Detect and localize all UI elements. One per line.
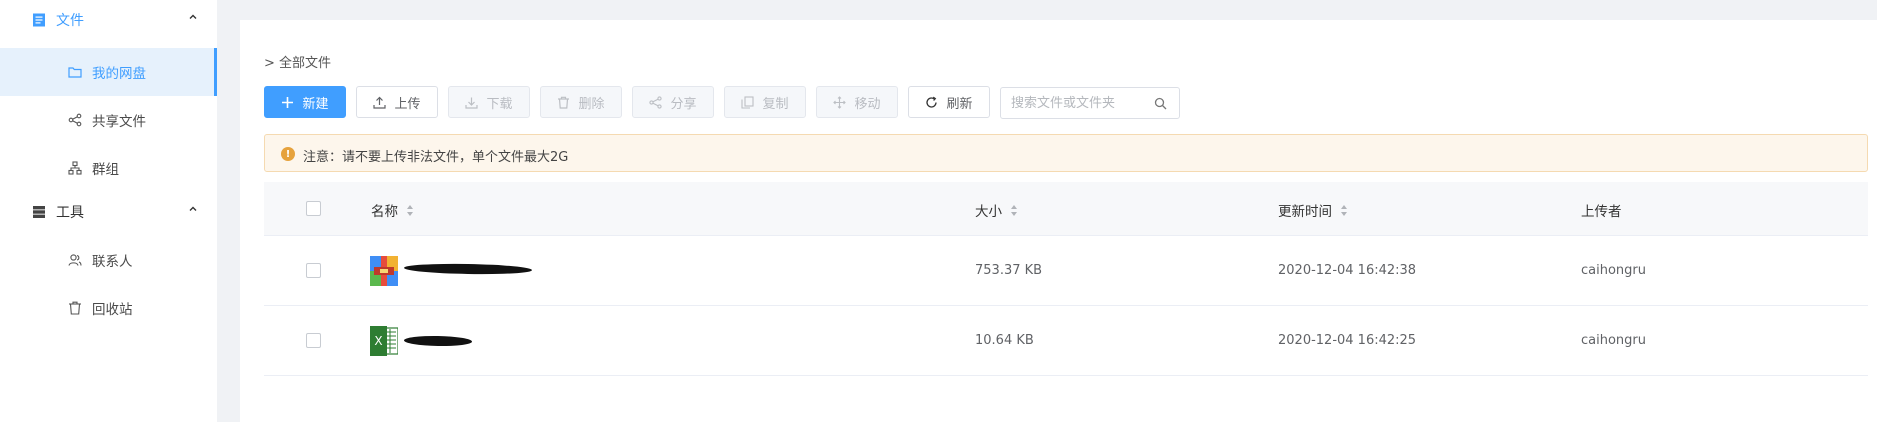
copy-icon xyxy=(741,95,755,109)
sort-icon[interactable] xyxy=(1340,204,1348,217)
column-header-uploader: 上传者 xyxy=(1581,200,1622,220)
refresh-button-label: 刷新 xyxy=(946,96,973,112)
table-header: 名称 大小 更新时间 上传者 xyxy=(264,182,1868,236)
row-checkbox[interactable] xyxy=(306,333,321,348)
file-size: 753.37 KB xyxy=(975,263,1043,278)
sidebar-item-shared-files[interactable]: 共享文件 xyxy=(0,96,217,144)
trash-icon xyxy=(558,96,570,109)
move-icon xyxy=(833,95,847,109)
download-icon xyxy=(465,97,479,109)
share-button[interactable]: 分享 xyxy=(632,86,714,118)
sidebar-item-label: 联系人 xyxy=(92,254,133,270)
delete-button[interactable]: 删除 xyxy=(540,86,622,118)
search-box xyxy=(1000,87,1180,119)
sidebar-item-label: 群组 xyxy=(92,162,119,178)
warning-icon: ! xyxy=(281,147,295,161)
chevron-up-icon xyxy=(189,206,197,211)
new-button[interactable]: 新建 xyxy=(264,86,346,118)
new-button-label: 新建 xyxy=(302,96,329,112)
sidebar-item-my-drive[interactable]: 我的网盘 xyxy=(0,48,217,96)
upload-button-label: 上传 xyxy=(394,96,421,112)
folder-icon xyxy=(68,67,82,78)
sidebar-item-label: 回收站 xyxy=(92,302,133,318)
share-icon xyxy=(68,113,82,127)
sort-icon[interactable] xyxy=(1010,204,1018,217)
excel-file-icon: X xyxy=(370,326,398,356)
share-button-label: 分享 xyxy=(670,96,697,112)
svg-text:X: X xyxy=(374,334,382,348)
search-input[interactable] xyxy=(1011,88,1151,118)
sidebar-item-contacts[interactable]: 联系人 xyxy=(0,236,217,284)
column-header-name[interactable]: 名称 xyxy=(371,200,414,220)
column-header-size-label: 大小 xyxy=(975,204,1002,220)
contacts-icon xyxy=(68,254,82,266)
menu-group-files[interactable]: 文件 xyxy=(0,0,217,40)
column-header-name-label: 名称 xyxy=(371,204,398,220)
sidebar-item-label: 我的网盘 xyxy=(92,66,146,82)
sidebar: 文件 我的网盘 共享文件 群组 工具 联系人 回收站 xyxy=(0,0,217,422)
search-icon[interactable] xyxy=(1154,97,1167,110)
sidebar-item-label: 共享文件 xyxy=(92,114,146,130)
notice-banner: ! 注意：请不要上传非法文件，单个文件最大2G xyxy=(264,134,1868,172)
file-updated-time: 2020-12-04 16:42:38 xyxy=(1278,263,1417,278)
sidebar-item-recycle-bin[interactable]: 回收站 xyxy=(0,284,217,332)
copy-button-label: 复制 xyxy=(762,96,789,112)
redacted-file-name[interactable] xyxy=(403,335,473,347)
file-uploader: caihongru xyxy=(1581,333,1646,348)
select-all-checkbox[interactable] xyxy=(306,201,321,216)
main-panel: > 全部文件 新建 上传 下载 删除 分享 复制 移动 刷新 ! 注意：请不要上… xyxy=(240,20,1877,422)
share-icon xyxy=(649,95,663,109)
column-header-uploader-label: 上传者 xyxy=(1581,204,1622,220)
download-button-label: 下载 xyxy=(486,96,513,112)
file-uploader: caihongru xyxy=(1581,263,1646,278)
column-header-updated-label: 更新时间 xyxy=(1278,204,1332,220)
redacted-file-name[interactable] xyxy=(403,262,533,276)
trash-icon xyxy=(69,301,81,315)
file-size: 10.64 KB xyxy=(975,333,1034,348)
move-button-label: 移动 xyxy=(854,96,881,112)
refresh-icon xyxy=(926,96,938,108)
table-row[interactable]: X 10.64 KB 2020-12-04 16:42:25 caihongru xyxy=(264,306,1868,376)
archive-file-icon xyxy=(370,256,398,286)
document-icon xyxy=(33,13,45,27)
sidebar-item-groups[interactable]: 群组 xyxy=(0,144,217,192)
table-row[interactable]: 753.37 KB 2020-12-04 16:42:38 caihongru xyxy=(264,236,1868,306)
chevron-up-icon xyxy=(189,14,197,19)
org-chart-icon xyxy=(68,161,82,175)
sort-icon[interactable] xyxy=(406,204,414,217)
menu-group-tools[interactable]: 工具 xyxy=(0,192,217,232)
notice-text: 注意：请不要上传非法文件，单个文件最大2G xyxy=(303,150,569,165)
menu-group-tools-label: 工具 xyxy=(56,205,84,221)
copy-button[interactable]: 复制 xyxy=(724,86,806,118)
upload-icon xyxy=(373,96,387,109)
menu-group-files-label: 文件 xyxy=(56,13,84,29)
plus-icon xyxy=(282,96,294,108)
move-button[interactable]: 移动 xyxy=(816,86,898,118)
upload-button[interactable]: 上传 xyxy=(356,86,438,118)
download-button[interactable]: 下载 xyxy=(448,86,530,118)
breadcrumb[interactable]: > 全部文件 xyxy=(264,52,331,71)
delete-button-label: 删除 xyxy=(578,96,605,112)
column-header-updated[interactable]: 更新时间 xyxy=(1278,200,1348,220)
refresh-button[interactable]: 刷新 xyxy=(908,86,990,118)
file-updated-time: 2020-12-04 16:42:25 xyxy=(1278,333,1417,348)
column-header-size[interactable]: 大小 xyxy=(975,200,1018,220)
server-icon xyxy=(33,206,45,218)
row-checkbox[interactable] xyxy=(306,263,321,278)
